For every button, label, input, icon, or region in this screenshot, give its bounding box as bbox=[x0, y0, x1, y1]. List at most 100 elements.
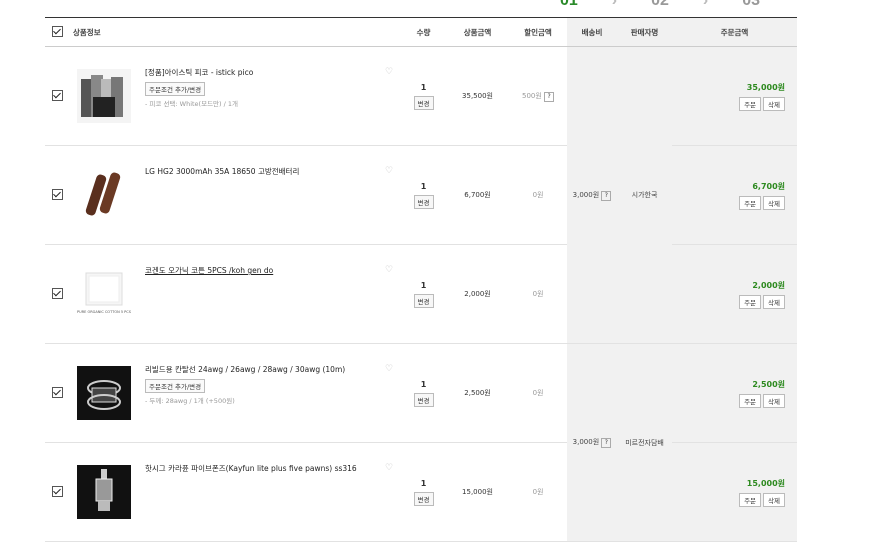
step-arrow-icon: › bbox=[702, 0, 709, 9]
thumb-cell bbox=[69, 343, 139, 443]
order-cell: 2,000원 주문 삭제 bbox=[672, 244, 798, 344]
shipping-value: 3,000원 bbox=[572, 190, 600, 199]
row-checkbox[interactable] bbox=[51, 386, 63, 398]
step-arrow-icon: › bbox=[611, 0, 618, 9]
table-row: 핫시그 카라퓬 파이브폰즈(Kayfun lite plus five pawn… bbox=[45, 442, 798, 542]
col-product-info: 상품정보 bbox=[69, 18, 402, 47]
col-seller: 판매자명 bbox=[617, 18, 673, 47]
option-text: - 피코 선택: White(모드만) / 1개 bbox=[145, 100, 239, 108]
product-info-cell: LG HG2 3000mAh 35A 18650 고방전배터리 ♡ bbox=[139, 145, 402, 245]
col-price: 상품금액 bbox=[446, 18, 510, 47]
table-row: PURE ORGANIC COTTON 5 PCS 코겐도 오가닉 코튼 5PC… bbox=[45, 244, 798, 344]
qty-value: 1 bbox=[420, 280, 427, 290]
delete-button[interactable]: 삭제 bbox=[763, 195, 786, 210]
wishlist-heart-icon[interactable]: ♡ bbox=[385, 265, 393, 275]
col-order: 주문금액 bbox=[672, 18, 798, 47]
product-image-istick[interactable] bbox=[77, 69, 131, 123]
discount-help-icon[interactable]: ? bbox=[544, 91, 555, 102]
row-select-cell bbox=[45, 442, 69, 542]
shipping-help-icon[interactable]: ? bbox=[601, 438, 612, 448]
order-button[interactable]: 주문 bbox=[739, 492, 762, 507]
product-info-cell: 리빌드용 칸탈선 24awg / 26awg / 28awg / 30awg (… bbox=[139, 343, 402, 443]
option-text: - 두께: 28awg / 1개 (+500원) bbox=[145, 397, 235, 405]
qty-value: 1 bbox=[420, 82, 427, 92]
qty-change-button[interactable]: 변경 bbox=[413, 95, 434, 110]
qty-value: 1 bbox=[420, 478, 427, 488]
product-name[interactable]: [정품]아이스틱 피코 - istick pico bbox=[145, 67, 401, 78]
qty-change-button[interactable]: 변경 bbox=[413, 194, 434, 209]
table-row: 리빌드용 칸탈선 24awg / 26awg / 28awg / 30awg (… bbox=[45, 343, 798, 542]
order-button[interactable]: 주문 bbox=[739, 294, 762, 309]
row-checkbox[interactable] bbox=[51, 287, 63, 299]
row-select-cell bbox=[45, 244, 69, 344]
shipping-group-cell: 3,000원 ? bbox=[567, 343, 618, 542]
price-value: 2,500원 bbox=[446, 343, 510, 443]
product-info-cell: 핫시그 카라퓬 파이브폰즈(Kayfun lite plus five pawn… bbox=[139, 442, 402, 542]
table-row: [정품]아이스틱 피코 - istick pico 주문조건 추가/변경 - 피… bbox=[45, 46, 798, 344]
select-all-checkbox[interactable] bbox=[51, 25, 63, 37]
delete-button[interactable]: 삭제 bbox=[763, 294, 786, 309]
product-image-battery[interactable] bbox=[77, 168, 131, 222]
qty-change-button[interactable]: 변경 bbox=[413, 491, 434, 506]
col-qty: 수량 bbox=[401, 18, 447, 47]
product-info-cell: 코겐도 오가닉 코튼 5PCS /koh gen do ♡ bbox=[139, 244, 402, 344]
image-caption: PURE ORGANIC COTTON 5 PCS bbox=[77, 310, 131, 314]
step-3: 03 bbox=[742, 0, 761, 9]
order-cell: 6,700원 주문 삭제 bbox=[672, 145, 798, 245]
qty-change-button[interactable]: 변경 bbox=[413, 392, 434, 407]
cart-table: 상품정보 수량 상품금액 할인금액 배송비 판매자명 주문금액 [정품]아이스틱… bbox=[45, 18, 798, 542]
order-button[interactable]: 주문 bbox=[739, 195, 762, 210]
step-2: 02 bbox=[651, 0, 669, 9]
product-name[interactable]: LG HG2 3000mAh 35A 18650 고방전배터리 bbox=[145, 166, 401, 177]
shipping-group-cell: 3,000원 ? bbox=[567, 46, 618, 344]
top-strip: 01 › 02 › 03 bbox=[0, 0, 875, 18]
row-select-cell bbox=[45, 145, 69, 245]
qty-cell: 1 변경 bbox=[401, 244, 447, 344]
seller-name: 시가한국 bbox=[617, 46, 673, 344]
step-1: 01 bbox=[560, 0, 578, 9]
order-button[interactable]: 주문 bbox=[739, 393, 762, 408]
product-image-kayfun[interactable] bbox=[77, 465, 131, 519]
order-amount: 6,700원 bbox=[752, 181, 786, 191]
discount-value: 500원 bbox=[521, 91, 542, 100]
price-value: 35,500원 bbox=[446, 46, 510, 146]
order-cell: 35,000원 주문 삭제 bbox=[672, 46, 798, 146]
order-amount: 35,000원 bbox=[746, 82, 786, 92]
product-image-cotton[interactable]: PURE ORGANIC COTTON 5 PCS bbox=[77, 267, 131, 321]
order-button[interactable]: 주문 bbox=[739, 96, 762, 111]
delete-button[interactable]: 삭제 bbox=[763, 492, 786, 507]
order-amount: 15,000원 bbox=[746, 478, 786, 488]
product-name[interactable]: 핫시그 카라퓬 파이브폰즈(Kayfun lite plus five pawn… bbox=[145, 463, 401, 474]
discount-value: 0원 bbox=[509, 442, 568, 542]
qty-change-button[interactable]: 변경 bbox=[413, 293, 434, 308]
product-info-cell: [정품]아이스틱 피코 - istick pico 주문조건 추가/변경 - 피… bbox=[139, 46, 402, 146]
discount-value: 0원 bbox=[509, 244, 568, 344]
row-select-cell bbox=[45, 343, 69, 443]
option-change-button[interactable]: 주문조건 추가/변경 bbox=[145, 82, 206, 96]
discount-value: 0원 bbox=[509, 343, 568, 443]
select-all-cell bbox=[45, 18, 69, 47]
product-image-kanthal[interactable] bbox=[77, 366, 131, 420]
row-checkbox[interactable] bbox=[51, 188, 63, 200]
product-name[interactable]: 코겐도 오가닉 코튼 5PCS /koh gen do bbox=[145, 265, 401, 276]
table-header-row: 상품정보 수량 상품금액 할인금액 배송비 판매자명 주문금액 bbox=[45, 18, 798, 47]
table-row: LG HG2 3000mAh 35A 18650 고방전배터리 ♡ 1 변경 6,… bbox=[45, 145, 798, 245]
shipping-help-icon[interactable]: ? bbox=[601, 190, 612, 201]
wishlist-heart-icon[interactable]: ♡ bbox=[385, 463, 393, 473]
delete-button[interactable]: 삭제 bbox=[763, 96, 786, 111]
price-value: 6,700원 bbox=[446, 145, 510, 245]
delete-button[interactable]: 삭제 bbox=[763, 393, 786, 408]
order-cell: 2,500원 주문 삭제 bbox=[672, 343, 798, 443]
col-discount: 할인금액 bbox=[509, 18, 568, 47]
qty-value: 1 bbox=[420, 379, 427, 389]
wishlist-heart-icon[interactable]: ♡ bbox=[385, 166, 393, 176]
thumb-cell bbox=[69, 442, 139, 542]
price-value: 15,000원 bbox=[446, 442, 510, 542]
option-change-button[interactable]: 주문조건 추가/변경 bbox=[145, 379, 206, 393]
wishlist-heart-icon[interactable]: ♡ bbox=[385, 67, 393, 77]
row-checkbox[interactable] bbox=[51, 89, 63, 101]
row-checkbox[interactable] bbox=[51, 485, 63, 497]
wishlist-heart-icon[interactable]: ♡ bbox=[385, 364, 393, 374]
product-name[interactable]: 리빌드용 칸탈선 24awg / 26awg / 28awg / 30awg (… bbox=[145, 364, 401, 375]
qty-value: 1 bbox=[420, 181, 427, 191]
